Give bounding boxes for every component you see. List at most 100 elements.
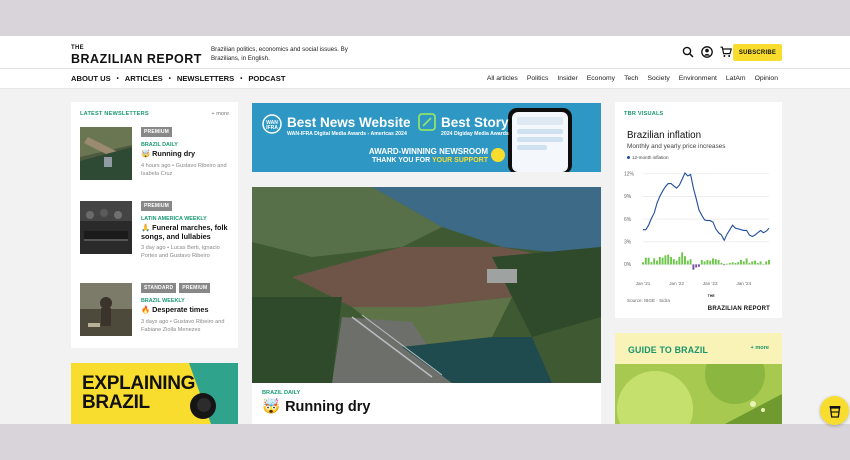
wan-ifra-badge: WAN IFRA [266, 120, 278, 131]
featured-kicker[interactable]: BRAZIL DAILY [262, 390, 300, 396]
chart-brand-name: BRAZILIAN REPORT [707, 306, 770, 313]
chart-monthly-bar [709, 260, 712, 265]
chart-monthly-bar [734, 262, 737, 265]
subscribe-button[interactable]: SUBSCRIBE [733, 44, 782, 61]
newsletter-item[interactable]: PREMIUM BRAZIL DAILY 🤯 Running dry 4 hou… [80, 127, 230, 191]
chart-monthly-bar [698, 264, 700, 267]
premium-badge: PREMIUM [141, 201, 173, 211]
chart-monthly-bar [737, 262, 740, 265]
section-economy[interactable]: Economy [587, 75, 615, 82]
chart-monthly-bar [664, 255, 667, 265]
newsletter-item[interactable]: STANDARD PREMIUM BRAZIL WEEKLY 🔥 Despera… [80, 283, 230, 347]
nav-about-us[interactable]: ABOUT US [71, 74, 111, 83]
section-all-articles[interactable]: All articles [487, 75, 518, 82]
chart-monthly-bar [692, 264, 695, 270]
newsletter-kicker[interactable]: LATIN AMERICA WEEKLY [141, 216, 231, 222]
chart-x-tick-label: Jan '24 [736, 281, 751, 286]
newsletter-title[interactable]: 🔥 Desperate times [141, 305, 231, 315]
site-tagline: Brazilian politics, economics and social… [211, 46, 348, 62]
latest-newsletters: LATEST NEWSLETTERS + more PREMIUM BRAZIL… [71, 102, 238, 348]
newsletter-item[interactable]: PREMIUM LATIN AMERICA WEEKLY 🙏 Funeral m… [80, 201, 230, 265]
newsletters-more-link[interactable]: + more [211, 111, 229, 117]
section-society[interactable]: Society [647, 75, 669, 82]
chart-monthly-bar [717, 259, 720, 265]
chart-monthly-bar [647, 257, 650, 265]
chart-y-tick-label: 0% [624, 262, 632, 268]
logo-the: THE [71, 45, 84, 51]
featured-title[interactable]: 🤯 Running dry [262, 398, 370, 416]
section-opinion[interactable]: Opinion [755, 75, 778, 82]
nav-separator: • [240, 75, 243, 82]
chart-monthly-bar [700, 259, 703, 265]
chart-monthly-bar [653, 258, 656, 265]
fire-icon: 🔥 [141, 305, 151, 314]
chart-subtitle: Monthly and yearly price increases [627, 143, 726, 150]
newsletter-title-text: Desperate times [152, 305, 209, 314]
chart-monthly-bar [689, 259, 692, 265]
fire-thumbnail[interactable] [80, 283, 132, 336]
section-environment[interactable]: Environment [679, 75, 717, 82]
standard-badge: STANDARD [141, 283, 177, 293]
funeral-thumbnail[interactable] [80, 201, 132, 254]
chart-monthly-bar [726, 263, 728, 265]
section-politics[interactable]: Politics [527, 75, 549, 82]
chart-source: Source: IBGE · Sidra [627, 298, 670, 303]
guide-photo [615, 364, 782, 424]
chart-monthly-bar [661, 257, 664, 265]
chart-brand-the: THE [707, 294, 715, 298]
chart-x-tick-label: Jan '23 [703, 281, 718, 286]
section-latam[interactable]: LatAm [726, 75, 746, 82]
coffee-cup-button[interactable] [820, 396, 849, 425]
chart-y-tick-label: 3% [624, 240, 632, 246]
newsletter-title[interactable]: 🤯 Running dry [141, 149, 231, 159]
chart-monthly-bar [723, 264, 726, 266]
award-winning-line: AWARD-WINNING NEWSROOM [368, 147, 488, 156]
awards-banner[interactable]: WAN IFRA Best News Website WAN-IFRA Digi… [252, 103, 601, 172]
newsletter-meta: 4 hours ago • Gustavo Ribeiro and Isabel… [141, 162, 227, 177]
guide-to-brazil[interactable]: GUIDE TO BRAZIL + more [615, 333, 782, 424]
award2-subtitle: 2024 Digiday Media Awards [441, 131, 509, 137]
dam-thumbnail[interactable] [80, 127, 132, 180]
chart-y-tick-label: 6% [624, 217, 632, 223]
nav-newsletters[interactable]: NEWSLETTERS [177, 74, 234, 83]
visuals-heading: TBR VISUALS [624, 111, 664, 117]
nav-articles[interactable]: ARTICLES [125, 74, 163, 83]
guide-title: GUIDE TO BRAZIL [628, 345, 709, 355]
site-header: THE BRAZILIAN REPORT Brazilian politics,… [0, 36, 850, 69]
exploding-head-icon: 🤯 [141, 149, 151, 158]
chart-monthly-bar [765, 261, 768, 265]
newsletter-kicker[interactable]: BRAZIL WEEKLY [141, 298, 231, 304]
cup-icon [829, 405, 840, 418]
section-tech[interactable]: Tech [624, 75, 638, 82]
user-icon[interactable] [701, 46, 713, 58]
guide-more-link[interactable]: + more [751, 345, 770, 351]
chart-monthly-bar [644, 257, 647, 265]
chart-monthly-bar [670, 256, 672, 265]
newsletters-heading: LATEST NEWSLETTERS [80, 111, 149, 117]
exploding-head-icon: 🤯 [262, 399, 281, 415]
chart-y-tick-label: 12% [624, 172, 635, 178]
newsletter-title[interactable]: 🙏 Funeral marches, folk songs, and lulla… [141, 223, 231, 241]
chart-monthly-bar [748, 262, 751, 265]
cart-icon[interactable] [720, 46, 732, 58]
chart-monthly-bar [720, 262, 723, 265]
newsletter-kicker[interactable]: BRAZIL DAILY [141, 142, 231, 148]
dam-aerial-photo[interactable] [252, 187, 601, 383]
tbr-visuals-card[interactable]: TBR VISUALS Brazilian inflation Monthly … [615, 102, 782, 318]
newsletter-meta: 3 day ago • Lucas Berti, Ignacio Portes … [141, 245, 220, 259]
chart-monthly-bar [678, 256, 681, 265]
newsletter-title-text: Running dry [152, 149, 196, 158]
award1-subtitle: WAN-IFRA Digital Media Awards - Americas… [287, 131, 407, 137]
newsletter-meta: 3 days ago • Gustavo Ribeiro and Fabiane… [141, 318, 225, 333]
chart-monthly-bar [695, 264, 698, 268]
search-icon[interactable] [682, 46, 694, 58]
chart-legend: 12-month inflation [627, 155, 669, 160]
site-logo[interactable]: THE BRAZILIAN REPORT [71, 45, 202, 67]
chart-monthly-bar [742, 261, 745, 265]
chart-monthly-bar [751, 261, 754, 265]
explaining-brazil-banner[interactable]: EXPLAINING BRAZIL [71, 363, 238, 424]
chart-monthly-bar [642, 262, 644, 265]
featured-article[interactable]: BRAZIL DAILY 🤯 Running dry [252, 187, 601, 424]
section-insider[interactable]: Insider [557, 75, 577, 82]
nav-podcast[interactable]: PODCAST [248, 74, 285, 83]
